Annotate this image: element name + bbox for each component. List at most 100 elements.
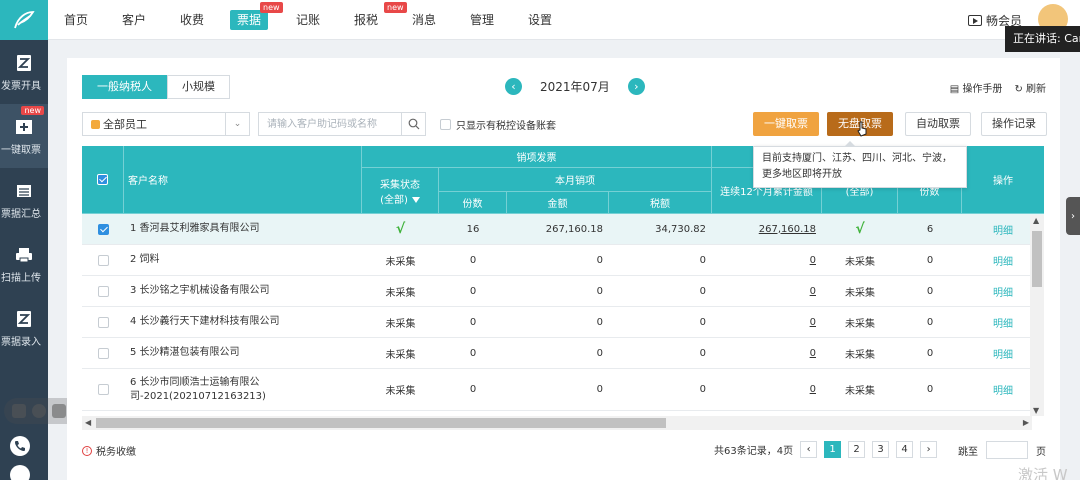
search-input[interactable]: [259, 113, 401, 135]
auto-fetch-button[interactable]: 自动取票: [905, 112, 971, 136]
row-checkbox[interactable]: [97, 254, 109, 266]
nav-bookkeeping[interactable]: 记账: [296, 0, 320, 40]
nav-fees[interactable]: 收费: [180, 0, 204, 40]
tab-general-taxpayer[interactable]: 一般纳税人: [82, 75, 167, 99]
only-tax-device-checkbox[interactable]: [440, 118, 451, 130]
nav-management[interactable]: 管理: [470, 0, 494, 40]
horizontal-scrollbar[interactable]: ◀ ▶: [82, 416, 1032, 430]
sidebar-item-label: 一键取票: [1, 144, 41, 156]
row-checkbox-cell: [82, 214, 124, 244]
page-unit-label: 页: [1036, 446, 1046, 458]
nav-settings[interactable]: 设置: [528, 0, 552, 40]
rolling-12-amount[interactable]: 0: [712, 307, 822, 337]
input-status: √: [855, 221, 865, 237]
only-tax-device-filter[interactable]: 只显示有税控设备账套: [440, 117, 556, 132]
sidebar-item-label: 扫描上传: [1, 272, 41, 284]
invoice-amount: 0: [596, 316, 603, 328]
invoice-count: 0: [469, 347, 477, 359]
gift-icon[interactable]: [12, 404, 26, 418]
rolling-12-amount[interactable]: 267,160.18: [712, 214, 822, 244]
row-checkbox-cell: [82, 307, 124, 337]
next-month-icon[interactable]: ›: [627, 78, 645, 95]
invoice-count: 0: [469, 316, 477, 328]
sidebar-item-label: 发票开具: [1, 80, 41, 92]
header-this-month: 本月销项: [439, 168, 712, 192]
page-3[interactable]: 3: [872, 441, 890, 458]
sidebar-item-entry[interactable]: 票据录入: [0, 296, 48, 360]
refresh-link[interactable]: ↻ 刷新: [1014, 80, 1046, 95]
header-collect-status[interactable]: 采集状态 (全部): [362, 168, 439, 214]
row-checkbox[interactable]: [97, 285, 109, 297]
table-row[interactable]: 3 长沙铭之宇机械设备有限公司 未采集 0 0 0 0 未采集 0 明细: [82, 276, 1044, 307]
select-all-checkbox[interactable]: [97, 174, 108, 185]
row-checkbox[interactable]: [97, 347, 109, 359]
prev-page-button[interactable]: ‹: [800, 441, 818, 458]
rolling-12-amount[interactable]: 0: [712, 369, 822, 410]
sidebar-item-fetch-invoice[interactable]: new 一键取票: [0, 104, 48, 168]
rolling-12-amount[interactable]: 0: [712, 245, 822, 275]
page-2[interactable]: 2: [848, 441, 866, 458]
input-status: 未采集: [845, 256, 875, 268]
invoice-icon: [14, 53, 34, 73]
horizontal-scroll-thumb[interactable]: [96, 418, 666, 428]
chat-icon[interactable]: [52, 404, 66, 418]
table-row[interactable]: 2 饲料 未采集 0 0 0 0 未采集 0 明细: [82, 245, 1044, 276]
input-count: 0: [926, 347, 934, 359]
rolling-12-amount[interactable]: 0: [712, 276, 822, 306]
emoji-icon[interactable]: [32, 404, 46, 418]
collect-status: √: [395, 221, 406, 237]
one-click-fetch-button[interactable]: 一键取票: [753, 112, 819, 136]
input-count: 0: [926, 316, 934, 328]
manual-link[interactable]: ▤ 操作手册: [950, 80, 1003, 95]
collect-status: 未采集: [385, 386, 416, 397]
vertical-scrollbar[interactable]: ▲ ▼: [1030, 215, 1044, 416]
sidebar-item-invoice-issue[interactable]: 发票开具: [0, 40, 48, 104]
table-row[interactable]: 6 长沙市同顺浩士运输有限公司-2021(20210712163213) 未采集 0…: [82, 369, 1044, 411]
next-page-button[interactable]: ›: [920, 441, 938, 458]
goto-label: 跳至: [958, 446, 978, 458]
summary-icon: [14, 181, 34, 201]
row-checkbox-cell: [82, 369, 124, 410]
invoice-count: 0: [469, 285, 477, 297]
entry-icon: [14, 309, 34, 329]
row-checkbox[interactable]: [97, 316, 109, 328]
nav-customers[interactable]: 客户: [122, 0, 146, 40]
operation-log-button[interactable]: 操作记录: [981, 112, 1047, 136]
header-amount: 金额: [507, 192, 609, 214]
filter-icon: [411, 196, 420, 203]
invoice-tax: 0: [699, 347, 706, 359]
table-row[interactable]: 5 长沙精湛包装有限公司 未采集 0 0 0 0 未采集 0 明细: [82, 338, 1044, 369]
nav-tax-filing[interactable]: 报税 new: [354, 0, 407, 40]
search-icon[interactable]: [401, 113, 425, 135]
customer-name: 3 长沙铭之宇机械设备有限公司: [130, 285, 270, 296]
expand-panel-icon[interactable]: ›: [1066, 197, 1080, 235]
phone-icon[interactable]: [10, 436, 30, 456]
row-checkbox[interactable]: [97, 384, 109, 395]
invoice-amount: 0: [596, 254, 603, 266]
nav-messages[interactable]: 消息: [412, 0, 436, 40]
table-row[interactable]: 4 长沙義行天下建材科技有限公司 未采集 0 0 0 0 未采集 0 明细: [82, 307, 1044, 338]
sidebar-item-summary[interactable]: 票据汇总: [0, 168, 48, 232]
row-checkbox[interactable]: [97, 223, 109, 235]
new-badge: new: [21, 106, 44, 115]
table-row[interactable]: 1 香河县艾利雅家具有限公司 √ 16 267,160.18 34,730.82 267,…: [82, 214, 1044, 245]
rolling-12-amount[interactable]: 0: [712, 338, 822, 368]
invoice-count: 0: [469, 384, 477, 395]
app-logo[interactable]: [0, 0, 48, 40]
vertical-scroll-thumb[interactable]: [1032, 231, 1042, 287]
staff-select[interactable]: 全部员工 ⌄: [82, 112, 250, 136]
new-badge: new: [384, 2, 407, 13]
nav-home[interactable]: 首页: [64, 0, 88, 40]
input-status: 未采集: [845, 349, 875, 361]
page-1[interactable]: 1: [824, 441, 842, 458]
nav-invoices[interactable]: 票据 new: [230, 0, 283, 40]
goto-page-input[interactable]: [986, 441, 1028, 459]
page-4[interactable]: 4: [896, 441, 914, 458]
tax-collection-link[interactable]: ! 税务收缴: [82, 443, 136, 458]
prev-month-icon[interactable]: ‹: [505, 78, 522, 95]
sidebar-item-scan-upload[interactable]: 扫描上传: [0, 232, 48, 296]
help-icon[interactable]: [10, 465, 30, 480]
tab-small-scale[interactable]: 小规模: [167, 75, 230, 99]
invoice-count: 0: [469, 254, 477, 266]
pagination: 共63条记录，4页 ‹ 1 2 3 4 ›: [714, 441, 938, 458]
